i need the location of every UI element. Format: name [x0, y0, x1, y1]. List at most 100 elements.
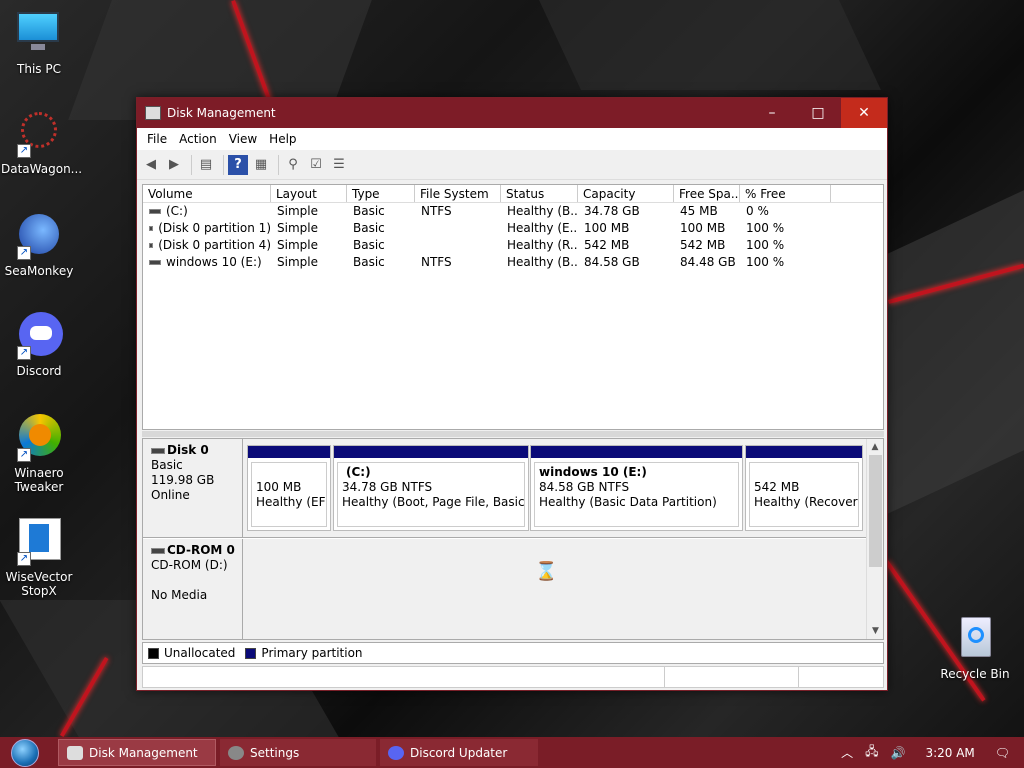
column-header-type[interactable]: Type	[347, 185, 415, 202]
disk-0-label[interactable]: Disk 0 Basic 119.98 GB Online	[143, 439, 243, 537]
winaero-tweaker-icon: ↗	[15, 414, 63, 462]
volume-icon[interactable]: 🔊	[890, 746, 905, 760]
cell-layout: Simple	[277, 238, 318, 252]
column-header-percent-free[interactable]: % Free	[740, 185, 831, 202]
status-bar	[142, 666, 884, 688]
cell-free-space: 100 MB	[680, 221, 726, 235]
network-icon[interactable]: 🖧	[865, 742, 878, 763]
cell-file-system	[415, 237, 501, 254]
table-row[interactable]: (Disk 0 partition 4) Simple Basic Health…	[143, 237, 883, 254]
partition-efi[interactable]: 100 MBHealthy (EFI S	[247, 445, 331, 531]
cell-status: Healthy (B...	[507, 255, 578, 269]
partition-bar	[531, 446, 742, 458]
column-header-file-system[interactable]: File System	[415, 185, 501, 202]
volume-list-panel[interactable]: Volume Layout Type File System Status Ca…	[142, 184, 884, 430]
settings-list-icon[interactable]: ☰	[329, 155, 349, 175]
help-icon[interactable]: ?	[228, 154, 248, 175]
cell-layout: Simple	[277, 221, 318, 235]
menu-file[interactable]: File	[141, 132, 173, 146]
cell-type: Basic	[353, 221, 385, 235]
show-hide-console-tree-icon[interactable]: ▤	[196, 155, 216, 175]
desktop-icon-datawagon[interactable]: ↗ DataWagon...	[1, 110, 83, 176]
desktop-icon-seamonkey[interactable]: ↗ SeaMonkey	[1, 212, 77, 278]
partition-recovery[interactable]: 542 MBHealthy (Recovery P	[745, 445, 863, 531]
shortcut-arrow-icon: ↗	[17, 346, 31, 360]
volume-table-header: Volume Layout Type File System Status Ca…	[143, 185, 883, 203]
notification-icon[interactable]: 🗨	[995, 746, 1010, 760]
volume-name: (C:)	[143, 203, 271, 220]
desktop-icon-recycle-bin[interactable]: Recycle Bin	[937, 615, 1013, 681]
taskbar-button-label: Disk Management	[89, 745, 198, 760]
cell-free-space: 45 MB	[680, 204, 718, 218]
table-row[interactable]: (C:) Simple Basic NTFS Healthy (B... 34.…	[143, 203, 883, 220]
properties-check-icon[interactable]: ☑	[306, 155, 326, 175]
taskbar-button-settings[interactable]: Settings	[220, 739, 376, 766]
status-pane	[143, 667, 665, 687]
scroll-up-icon[interactable]: ▲	[867, 439, 883, 455]
clock[interactable]: 3:20 AM	[925, 746, 974, 760]
partition-c[interactable]: (C:) 34.78 GB NTFS Healthy (Boot, Page Fil…	[333, 445, 529, 531]
cell-capacity: 34.78 GB	[584, 204, 640, 218]
volume-icon	[149, 243, 154, 248]
volume-name: windows 10 (E:)	[143, 254, 271, 271]
pane-splitter[interactable]	[142, 431, 884, 437]
scrollbar-thumb[interactable]	[869, 455, 882, 567]
column-header-free-space[interactable]: Free Spa...	[674, 185, 740, 202]
scroll-down-icon[interactable]: ▼	[867, 623, 883, 639]
volume-icon	[149, 209, 161, 214]
menu-view[interactable]: View	[223, 132, 263, 146]
partition-status: Healthy (Basic Data Partition)	[539, 495, 717, 509]
taskbar-button-discord-updater[interactable]: Discord Updater	[380, 739, 538, 766]
back-arrow-icon[interactable]: ◀	[141, 155, 161, 175]
taskbar-button-disk-management[interactable]: Disk Management	[58, 739, 216, 766]
desktop-icon-label: Discord	[16, 364, 62, 378]
close-button[interactable]: ✕	[841, 98, 887, 128]
disk-management-window[interactable]: Disk Management – □ ✕ File Action View H…	[136, 97, 888, 691]
desktop-icon-winaero-tweaker[interactable]: ↗ Winaero Tweaker	[1, 414, 77, 494]
show-action-pane-icon[interactable]: ▦	[251, 155, 271, 175]
partition-size: 34.78 GB NTFS	[342, 480, 433, 494]
table-row[interactable]: windows 10 (E:) Simple Basic NTFS Health…	[143, 254, 883, 271]
shortcut-arrow-icon: ↗	[17, 246, 31, 260]
desktop-icon-label: Recycle Bin	[940, 667, 1010, 681]
menu-help[interactable]: Help	[263, 132, 302, 146]
start-button[interactable]	[0, 737, 50, 768]
menu-action[interactable]: Action	[173, 132, 223, 146]
taskbar-button-label: Settings	[250, 745, 300, 760]
windows-logo-icon	[11, 738, 39, 767]
partition-status: Healthy (Recovery P	[754, 495, 859, 509]
chevron-up-icon[interactable]: ︿	[841, 744, 853, 761]
disk-name: Disk 0	[167, 443, 209, 457]
column-header-volume[interactable]: Volume	[143, 185, 271, 202]
shortcut-arrow-icon: ↗	[17, 144, 31, 158]
recycle-bin-icon	[951, 615, 999, 663]
system-tray: ︿ 🖧 🔊 3:20 AM 🗨	[835, 737, 1024, 768]
disk-management-icon	[145, 106, 161, 120]
disk-management-icon	[67, 745, 83, 760]
desktop-icon-this-pc[interactable]: This PC	[1, 10, 77, 76]
partition-name: (C:)	[346, 465, 371, 479]
partition-size: 100 MB	[256, 480, 302, 494]
table-row[interactable]: (Disk 0 partition 1) Simple Basic Health…	[143, 220, 883, 237]
column-header-capacity[interactable]: Capacity	[578, 185, 674, 202]
maximize-button[interactable]: □	[795, 98, 841, 128]
cell-free-space: 84.48 GB	[680, 255, 736, 269]
connect-icon[interactable]: ⚲	[283, 155, 303, 175]
desktop-icon-label: DataWagon...	[1, 162, 83, 176]
partition-e[interactable]: windows 10 (E:) 84.58 GB NTFS Healthy (Bas…	[530, 445, 743, 531]
forward-arrow-icon[interactable]: ▶	[164, 155, 184, 175]
disk-row-disk-0[interactable]: Disk 0 Basic 119.98 GB Online 100 MB Heal…	[143, 439, 867, 538]
column-header-layout[interactable]: Layout	[271, 185, 347, 202]
desktop-icon-wisevector-stopx[interactable]: ↗ WiseVector StopX	[1, 518, 77, 598]
partition-status: Healthy (Boot, Page File, Basic Dat	[342, 495, 525, 509]
disk-graphical-panel[interactable]: Disk 0 Basic 119.98 GB Online 100 MB Heal…	[142, 438, 884, 640]
desktop-icon-discord[interactable]: ↗ Discord	[1, 312, 77, 378]
window-title: Disk Management	[167, 106, 276, 120]
column-header-status[interactable]: Status	[501, 185, 578, 202]
title-bar[interactable]: Disk Management – □ ✕	[137, 98, 887, 128]
cdrom-0-label[interactable]: CD-ROM 0 CD-ROM (D:) No Media	[143, 539, 243, 639]
disk-row-cdrom-0[interactable]: CD-ROM 0 CD-ROM (D:) No Media ⌛	[143, 539, 867, 639]
seamonkey-icon: ↗	[15, 212, 63, 260]
minimize-button[interactable]: –	[749, 98, 795, 128]
vertical-scrollbar[interactable]: ▲ ▼	[866, 439, 883, 639]
